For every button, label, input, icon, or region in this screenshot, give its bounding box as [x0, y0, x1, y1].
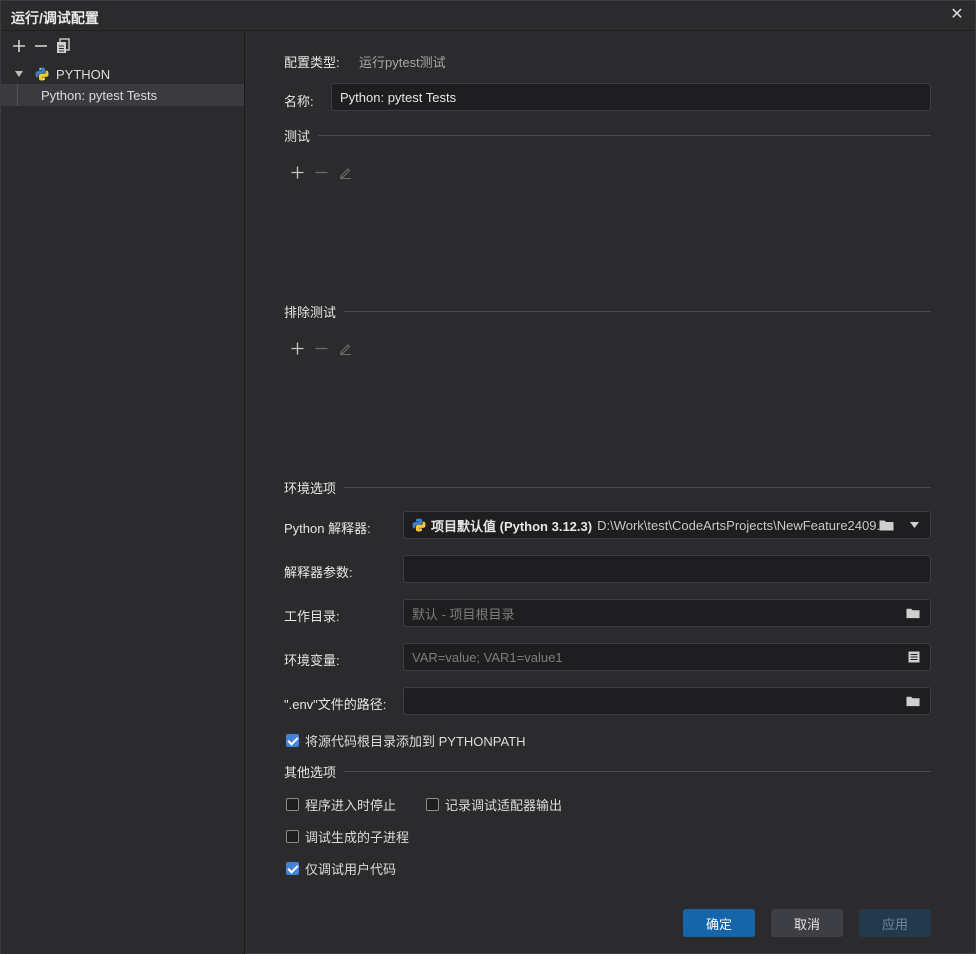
python-icon	[412, 518, 426, 532]
edit-excluded-icon[interactable]	[338, 341, 352, 355]
name-field[interactable]: Python: pytest Tests	[331, 83, 931, 111]
envvars-label: 环境变量:	[284, 653, 340, 668]
config-type-value: 运行pytest测试	[359, 55, 446, 70]
name-label: 名称:	[284, 94, 314, 109]
section-tests-title: 测试	[284, 128, 311, 144]
close-icon[interactable]: ✕	[947, 5, 967, 25]
tree-group-label: PYTHON	[56, 66, 111, 82]
divider	[344, 310, 931, 312]
dotenv-label: ".env"文件的路径:	[284, 697, 387, 712]
add-icon[interactable]	[11, 38, 27, 54]
interpreter-label: Python 解释器:	[284, 521, 371, 536]
log-adapter-label: 记录调试适配器输出	[445, 798, 563, 813]
config-form: 配置类型: 运行pytest测试 名称: Python: pytest Test…	[246, 32, 976, 954]
checkbox-unchecked[interactable]	[286, 830, 299, 843]
interpreter-path: D:\Work\test\CodeArtsProjects\NewFeature…	[597, 517, 888, 533]
folder-icon[interactable]	[879, 519, 894, 531]
excluded-toolbar	[290, 341, 352, 355]
just-my-code-checkbox[interactable]: 仅调试用户代码	[286, 859, 396, 878]
section-excluded-tests: 排除测试	[284, 303, 931, 320]
chevron-down-icon[interactable]	[15, 71, 23, 77]
cancel-button[interactable]: 取消	[771, 909, 843, 937]
apply-button[interactable]: 应用	[859, 909, 931, 937]
interpreter-select[interactable]: 项目默认值 (Python 3.12.3) D:\Work\test\CodeA…	[403, 511, 931, 539]
add-excluded-icon[interactable]	[290, 341, 304, 355]
folder-icon[interactable]	[906, 695, 920, 707]
tree-item-pytest-tests[interactable]: Python: pytest Tests	[1, 84, 244, 106]
envvars-placeholder: VAR=value; VAR1=value1	[412, 649, 563, 665]
chevron-down-icon[interactable]	[910, 522, 919, 528]
edit-test-icon[interactable]	[338, 165, 352, 179]
divider	[318, 134, 931, 136]
section-other-title: 其他选项	[284, 764, 337, 780]
debug-subprocess-checkbox[interactable]: 调试生成的子进程	[286, 827, 409, 846]
stop-on-entry-checkbox[interactable]: 程序进入时停止	[286, 795, 396, 814]
debug-subprocess-label: 调试生成的子进程	[305, 830, 410, 845]
ok-button[interactable]: 确定	[683, 909, 755, 937]
add-test-icon[interactable]	[290, 165, 304, 179]
folder-icon[interactable]	[906, 607, 920, 619]
section-env-title: 环境选项	[284, 480, 337, 496]
log-adapter-checkbox[interactable]: 记录调试适配器输出	[426, 795, 562, 814]
sidebar-toolbar	[11, 38, 71, 58]
checkbox-checked[interactable]	[286, 862, 299, 875]
config-type-label: 配置类型:	[284, 55, 340, 70]
workdir-placeholder: 默认 - 项目根目录	[412, 606, 515, 622]
section-env-options: 环境选项	[284, 479, 931, 496]
tree-group-python[interactable]: PYTHON	[1, 63, 244, 85]
remove-test-icon[interactable]	[314, 165, 328, 179]
config-sidebar: PYTHON Python: pytest Tests	[1, 32, 245, 954]
section-excluded-title: 排除测试	[284, 304, 337, 320]
envvars-field[interactable]: VAR=value; VAR1=value1	[403, 643, 931, 671]
remove-icon[interactable]	[33, 38, 49, 54]
interp-args-field[interactable]	[403, 555, 931, 583]
list-icon[interactable]	[908, 651, 920, 663]
add-source-roots-checkbox[interactable]: 将源代码根目录添加到 PYTHONPATH	[286, 731, 526, 750]
stop-on-entry-label: 程序进入时停止	[305, 798, 397, 813]
tree-guide-line	[17, 84, 18, 106]
section-tests: 测试	[284, 127, 931, 144]
title-bar: 运行/调试配置 ✕	[1, 1, 975, 31]
dotenv-field[interactable]	[403, 687, 931, 715]
divider	[344, 770, 931, 772]
checkbox-unchecked[interactable]	[286, 798, 299, 811]
dialog-title: 运行/调试配置	[11, 10, 99, 26]
tests-toolbar	[290, 165, 352, 179]
workdir-field[interactable]: 默认 - 项目根目录	[403, 599, 931, 627]
checkbox-checked[interactable]	[286, 734, 299, 747]
add-source-roots-label: 将源代码根目录添加到 PYTHONPATH	[305, 734, 526, 749]
just-my-code-label: 仅调试用户代码	[305, 862, 397, 877]
name-value: Python: pytest Tests	[340, 89, 457, 105]
interpreter-name: 项目默认值 (Python 3.12.3)	[431, 518, 593, 534]
section-other-options: 其他选项	[284, 763, 931, 780]
run-debug-config-dialog: 运行/调试配置 ✕ PYTHON Python: pytest Tests 配置…	[0, 0, 976, 954]
tree-item-label: Python: pytest Tests	[41, 87, 158, 103]
workdir-label: 工作目录:	[284, 609, 340, 624]
python-icon	[35, 67, 49, 81]
remove-excluded-icon[interactable]	[314, 341, 328, 355]
copy-icon[interactable]	[55, 38, 71, 54]
checkbox-unchecked[interactable]	[426, 798, 439, 811]
divider	[344, 486, 931, 488]
interp-args-label: 解释器参数:	[284, 565, 353, 580]
